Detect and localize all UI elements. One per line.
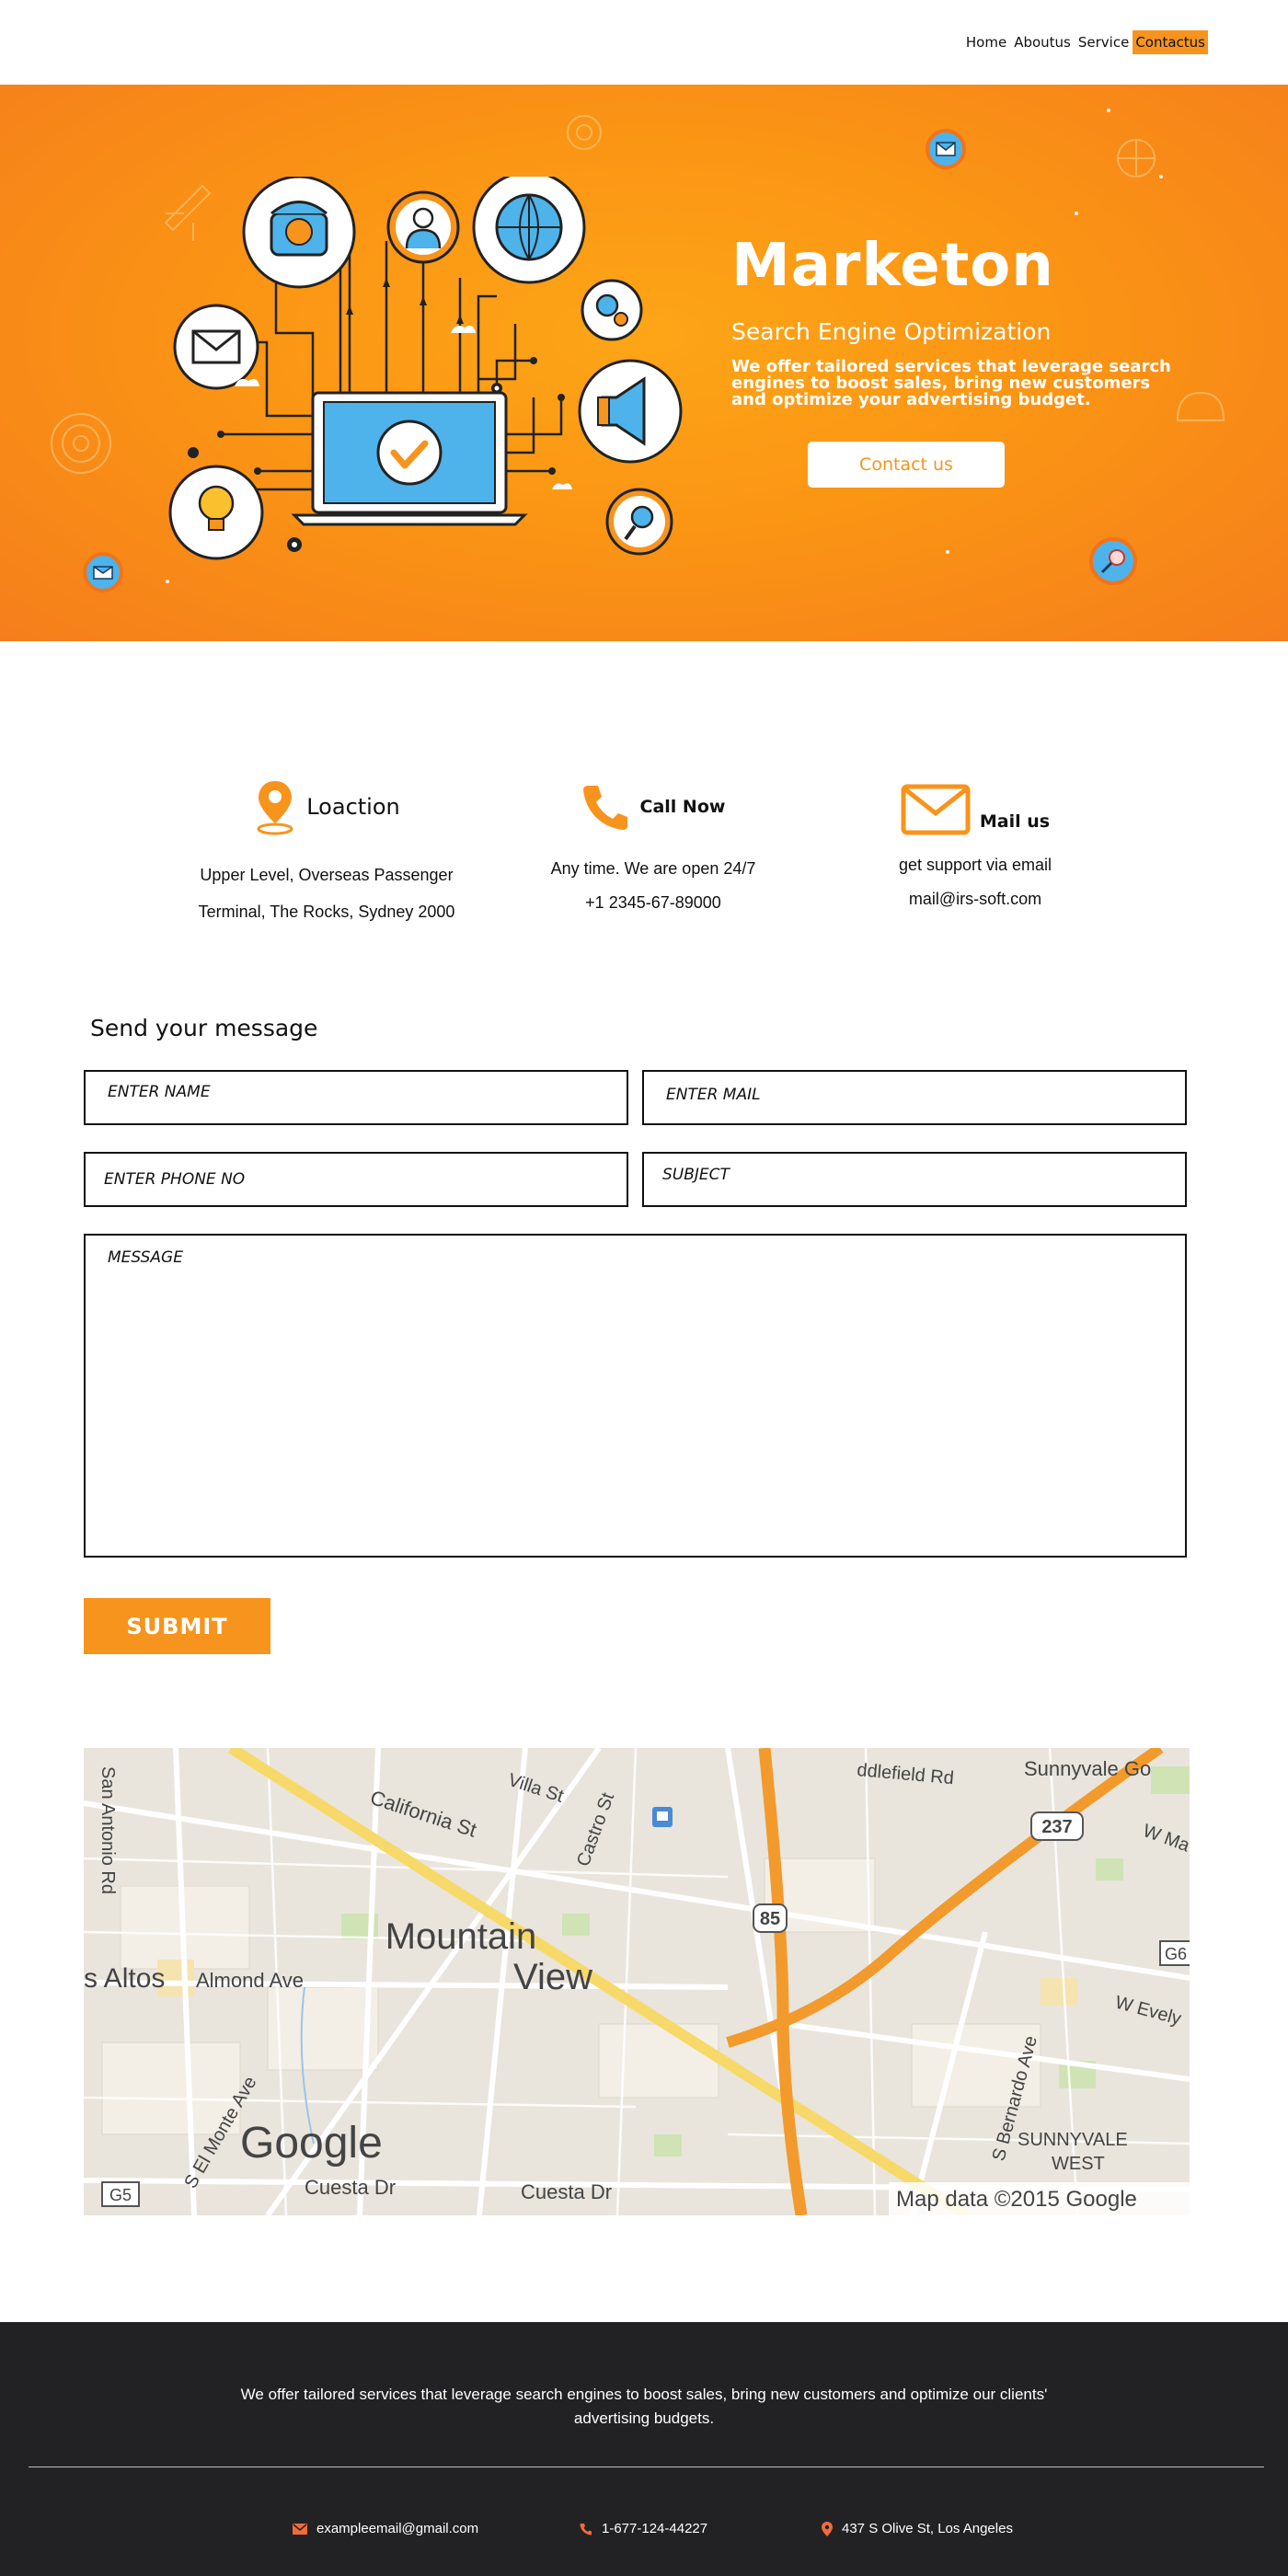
message-field[interactable]: MESSAGE [84, 1234, 1187, 1558]
hero-title: Marketon [731, 232, 1054, 300]
laptop-icon [291, 391, 528, 526]
top-navbar: Home Aboutus Service Contactus [0, 0, 1288, 85]
location-pin-icon [257, 781, 293, 835]
nav-link-contactus[interactable]: Contactus [1133, 30, 1208, 54]
map-city-label: Mountain [385, 1916, 537, 1957]
route-237-shield: 237 [1030, 1811, 1084, 1841]
route-237-label: 237 [1041, 1817, 1072, 1837]
g6-label: G6 [1165, 1945, 1187, 1963]
name-field[interactable]: ENTER NAME [84, 1070, 628, 1125]
mail-field[interactable]: ENTER MAIL [642, 1070, 1187, 1125]
map-cuesta-label-1: Cuesta Dr [305, 2176, 396, 2199]
seo-network-illustration [168, 177, 683, 560]
map-sunnyvale-label: Sunnyvale Go [1024, 1757, 1151, 1780]
g5-label: G5 [109, 2186, 132, 2204]
call-card: Call Now Any time. We are open 24/7 +1 2… [515, 782, 791, 920]
map-almond-ave-label: Almond Ave [196, 1969, 304, 1992]
call-title: Call Now [639, 797, 726, 817]
location-line-1: Upper Level, Overseas Passenger [200, 866, 454, 884]
form-heading: Send your message [90, 1015, 318, 1041]
footer-phone-text: 1-677-124-44227 [602, 2521, 708, 2536]
footer-address-text: 437 S Olive St, Los Angeles [842, 2521, 1013, 2536]
location-card: Loaction Upper Level, Overseas Passenger… [175, 777, 478, 930]
phone-field[interactable]: ENTER PHONE NO [84, 1152, 628, 1207]
nav-link-aboutus[interactable]: Aboutus [1010, 30, 1075, 54]
call-line-1: Any time. We are open 24/7 [550, 859, 756, 878]
route-85-shield: 85 [753, 1903, 788, 1933]
map-attribution: Map data ©2015 Google [896, 2187, 1137, 2212]
lightbulb-icon [168, 465, 264, 560]
footer-description: We offer tailored services that leverage… [240, 2386, 1048, 2427]
mail-icon [173, 304, 259, 390]
envelope-icon [901, 784, 971, 835]
map-san-antonio-label: San Antonio Rd [98, 1766, 118, 1894]
map-sunnyvale-west-label-2: WEST [1052, 2154, 1105, 2174]
footer-location-icon [822, 2521, 833, 2536]
footer-envelope-icon [293, 2523, 307, 2535]
map-cuesta-label-2: Cuesta Dr [521, 2180, 612, 2203]
footer-email-text: exampleemail@gmail.com [316, 2521, 479, 2536]
location-line-2: Terminal, The Rocks, Sydney 2000 [198, 903, 455, 921]
message-field-placeholder: MESSAGE [108, 1248, 183, 1267]
map-canvas: 85 237 G5 G6 Mountain View s Altos Almon… [84, 1748, 1190, 2215]
floating-search-badge [1089, 537, 1137, 585]
gears-icon [581, 279, 643, 341]
user-icon [386, 190, 460, 264]
globe-icon [472, 177, 586, 284]
location-map[interactable]: 85 237 G5 G6 Mountain View s Altos Almon… [84, 1748, 1190, 2215]
telephone-icon [242, 177, 356, 289]
mail-card: Mail us get support via email mail@irs-s… [846, 784, 1104, 916]
footer-phone-icon [580, 2523, 592, 2535]
mail-field-placeholder: ENTER MAIL [666, 1086, 761, 1104]
subject-field[interactable]: SUBJECT [642, 1152, 1187, 1207]
footer-phone[interactable]: 1-677-124-44227 [580, 2521, 707, 2536]
footer-email[interactable]: exampleemail@gmail.com [293, 2521, 478, 2536]
nav-link-service[interactable]: Service [1075, 30, 1133, 54]
megaphone-icon [578, 359, 683, 464]
phone-field-placeholder: ENTER PHONE NO [104, 1170, 246, 1189]
g6-shield: G6 [1159, 1940, 1190, 1966]
map-sunnyvale-west-label: SUNNYVALE [1018, 2130, 1128, 2150]
magnifier-icon [605, 488, 673, 556]
footer-address[interactable]: 437 S Olive St, Los Angeles [822, 2521, 1013, 2536]
g5-shield: G5 [101, 2181, 140, 2207]
google-watermark: Google [240, 2119, 383, 2168]
name-field-placeholder: ENTER NAME [108, 1083, 211, 1101]
hero-subtitle: Search Engine Optimization [731, 318, 1052, 345]
location-title: Loaction [306, 794, 400, 820]
map-los-altos-label: s Altos [84, 1963, 165, 1994]
nav-links: Home Aboutus Service Contactus [962, 30, 1208, 54]
transit-icon [652, 1807, 673, 1827]
phone-icon [582, 786, 627, 830]
map-city-label-2: View [513, 1957, 592, 1997]
footer: We offer tailored services that leverage… [0, 2322, 1288, 2576]
contact-us-button[interactable]: Contact us [808, 442, 1005, 488]
nav-link-home[interactable]: Home [962, 30, 1010, 54]
call-line-2: +1 2345-67-89000 [585, 893, 721, 912]
hero-banner: Marketon Search Engine Optimization We o… [0, 85, 1288, 641]
floating-mail-badge-left [83, 552, 123, 592]
mail-line-1: get support via email [898, 856, 1052, 874]
floating-mail-badge [926, 129, 966, 169]
mail-title: Mail us [979, 811, 1051, 832]
route-85-label: 85 [760, 1909, 780, 1929]
hero-description: We offer tailored services that leverage… [731, 357, 1171, 409]
submit-button[interactable]: SUBMIT [84, 1598, 270, 1654]
subject-field-placeholder: SUBJECT [662, 1166, 730, 1184]
mail-line-2[interactable]: mail@irs-soft.com [846, 882, 1104, 916]
